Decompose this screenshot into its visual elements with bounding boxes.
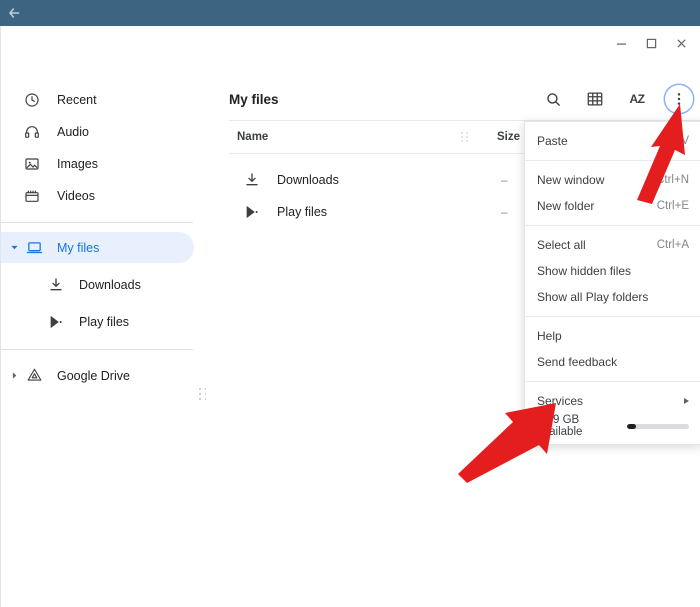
menu-item-label: Show all Play folders	[537, 290, 689, 304]
sidebar-item-videos[interactable]: Videos	[1, 180, 194, 211]
menu-separator	[525, 316, 700, 317]
chevron-right-icon[interactable]	[9, 371, 19, 381]
laptop-icon	[25, 239, 43, 257]
menu-item-shortcut: Ctrl+A	[657, 239, 689, 251]
menu-separator	[525, 381, 700, 382]
menu-item-show-hidden-files[interactable]: Show hidden files	[525, 258, 700, 284]
file-size: –	[501, 173, 508, 187]
chevron-right-icon	[684, 398, 689, 404]
menu-item-label: Select all	[537, 238, 657, 252]
os-top-bar-inner	[0, 0, 700, 24]
page-title: My files	[229, 92, 279, 107]
file-size: –	[501, 205, 508, 219]
sidebar-item-my-files[interactable]: My files	[1, 232, 194, 263]
sidebar: Recent Audio	[1, 52, 206, 607]
menu-item-shortcut: Ctrl+N	[656, 174, 689, 186]
menu-item-paste[interactable]: Paste Ctrl+V	[525, 128, 700, 154]
sidebar-divider-1	[1, 222, 193, 223]
sidebar-item-label: My files	[57, 241, 99, 255]
menu-item-new-folder[interactable]: New folder Ctrl+E	[525, 193, 700, 219]
menu-item-shortcut: Ctrl+V	[657, 135, 689, 147]
sidebar-item-play-files[interactable]: Play files	[1, 306, 194, 337]
more-options-menu: Paste Ctrl+V New window Ctrl+N New folde…	[524, 121, 700, 445]
google-drive-icon	[25, 367, 43, 385]
sidebar-item-label: Recent	[57, 93, 97, 107]
clock-icon	[23, 91, 41, 109]
toolbar: AZ	[539, 85, 693, 113]
sidebar-item-audio[interactable]: Audio	[1, 116, 194, 147]
sort-button-label: AZ	[630, 92, 645, 106]
menu-item-help[interactable]: Help	[525, 323, 700, 349]
sidebar-item-downloads[interactable]: Downloads	[1, 269, 194, 300]
column-header-size[interactable]: Size	[497, 131, 520, 143]
sidebar-item-label: Google Drive	[57, 369, 130, 383]
play-store-icon	[47, 313, 65, 331]
menu-item-label: New folder	[537, 199, 657, 213]
chevron-down-icon[interactable]	[9, 243, 19, 253]
menu-item-shortcut: Ctrl+E	[657, 200, 689, 212]
screenshot-root: Recent Audio	[0, 0, 700, 607]
column-header-name[interactable]: Name	[237, 131, 268, 143]
menu-item-label: Help	[537, 329, 689, 343]
back-arrow-icon[interactable]	[5, 4, 23, 22]
sort-button[interactable]: AZ	[623, 85, 651, 113]
file-name: Downloads	[277, 173, 339, 187]
sidebar-item-label: Downloads	[79, 278, 141, 292]
storage-label: 42.9 GB available	[537, 414, 619, 438]
menu-item-show-all-play-folders[interactable]: Show all Play folders	[525, 284, 700, 310]
column-resize-handle[interactable]	[461, 132, 468, 143]
sidebar-item-recent[interactable]: Recent	[1, 84, 194, 115]
menu-item-select-all[interactable]: Select all Ctrl+A	[525, 232, 700, 258]
menu-item-label: Paste	[537, 134, 657, 148]
sidebar-item-label: Videos	[57, 189, 95, 203]
menu-item-label: Services	[537, 394, 684, 408]
download-icon	[47, 276, 65, 294]
menu-item-new-window[interactable]: New window Ctrl+N	[525, 167, 700, 193]
storage-progress-bar	[627, 424, 689, 429]
os-top-bar	[0, 0, 700, 26]
sidebar-item-google-drive[interactable]: Google Drive	[1, 360, 194, 391]
menu-item-label: Show hidden files	[537, 264, 689, 278]
sidebar-item-images[interactable]: Images	[1, 148, 194, 179]
search-button[interactable]	[539, 85, 567, 113]
sidebar-item-label: Images	[57, 157, 98, 171]
storage-row: 42.9 GB available	[525, 414, 700, 438]
menu-item-services[interactable]: Services	[525, 388, 700, 414]
menu-item-send-feedback[interactable]: Send feedback	[525, 349, 700, 375]
sidebar-divider-2	[1, 349, 193, 350]
files-app-window: Recent Audio	[0, 26, 700, 607]
image-icon	[23, 155, 41, 173]
headphones-icon	[23, 123, 41, 141]
grid-view-button[interactable]	[581, 85, 609, 113]
menu-separator	[525, 160, 700, 161]
download-icon	[243, 171, 261, 189]
file-name: Play files	[277, 205, 327, 219]
sidebar-item-label: Audio	[57, 125, 89, 139]
menu-item-label: Send feedback	[537, 355, 689, 369]
storage-progress-fill	[627, 424, 636, 429]
more-options-button[interactable]	[665, 85, 693, 113]
sidebar-item-label: Play files	[79, 315, 129, 329]
menu-item-label: New window	[537, 173, 656, 187]
play-store-icon	[243, 203, 261, 221]
menu-separator	[525, 225, 700, 226]
video-icon	[23, 187, 41, 205]
